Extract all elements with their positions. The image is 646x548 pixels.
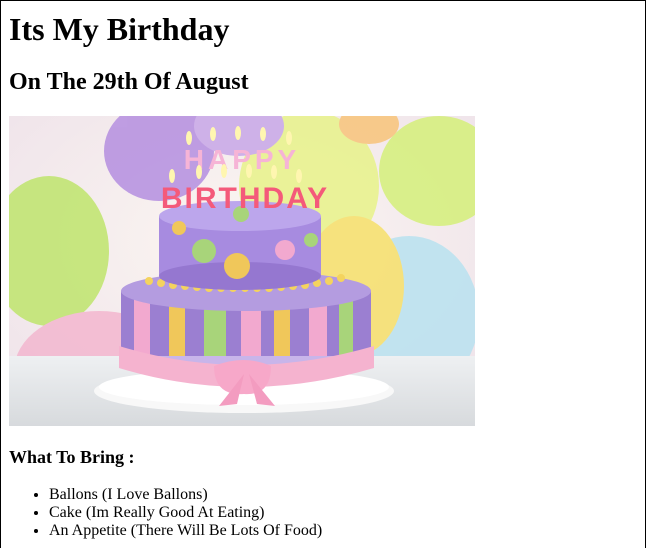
- list-item: Ballons (I Love Ballons): [49, 486, 322, 504]
- page-subtitle: On The 29th Of August: [9, 69, 249, 95]
- page-title: Its My Birthday: [9, 11, 230, 47]
- birthday-cake-image: HAPPY BIRTHDAY: [9, 116, 475, 426]
- bring-list: Ballons (I Love Ballons) Cake (Im Really…: [9, 486, 322, 540]
- candle-text-birthday: BIRTHDAY: [161, 182, 329, 215]
- bring-heading: What To Bring :: [9, 447, 135, 467]
- list-item: Cake (Im Really Good At Eating): [49, 504, 322, 522]
- list-item: An Appetite (There Will Be Lots Of Food): [49, 522, 322, 540]
